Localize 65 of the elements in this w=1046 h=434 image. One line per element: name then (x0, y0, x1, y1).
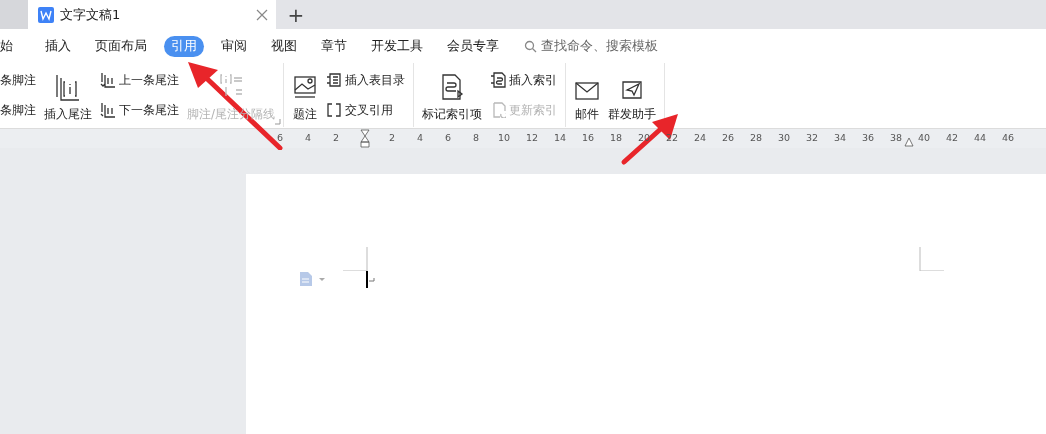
ruler-number: 4 (416, 131, 423, 146)
ruler-number: 42 (945, 131, 959, 146)
text-cursor-icon (366, 271, 376, 288)
insert-index-icon (490, 72, 507, 88)
menu-tab[interactable]: 开发工具 (364, 35, 430, 57)
ruler-number: 6 (444, 131, 451, 146)
margin-corner-icon (919, 247, 944, 271)
ruler-number: 24 (693, 131, 707, 146)
next-endnote-icon (100, 102, 116, 118)
document-tab[interactable]: 文字文稿1 (28, 0, 276, 29)
indent-marker-icon[interactable] (360, 129, 370, 148)
ruler-number: 28 (749, 131, 763, 146)
ruler-number: 46 (1001, 131, 1015, 146)
ruler-number: 36 (861, 131, 875, 146)
ribbon-button[interactable]: 标记索引项 (422, 63, 483, 127)
ruler-number: 2 (332, 131, 339, 146)
menu-tab[interactable]: 插入 (38, 35, 78, 57)
ribbon-button[interactable]: 群发助手 (608, 63, 657, 127)
document-app-icon (38, 6, 54, 23)
menu-tab[interactable]: 审阅 (214, 35, 254, 57)
ruler-number: 38 (889, 131, 903, 146)
ruler-number: 10 (497, 131, 511, 146)
ribbon-button[interactable]: 邮件 (574, 63, 601, 127)
ruler-number: 26 (721, 131, 735, 146)
envelope-icon (574, 80, 601, 102)
ribbon-button[interactable]: 插入尾注 (44, 63, 92, 127)
ruler-number: 4 (304, 131, 311, 146)
ruler-number: 8 (472, 131, 479, 146)
menu-tab[interactable]: 视图 (264, 35, 304, 57)
previous-endnote-icon (100, 72, 116, 88)
ruler-number: 12 (525, 131, 539, 146)
ruler-number: 2 (388, 131, 395, 146)
right-indent-marker-icon[interactable] (904, 137, 914, 147)
menu-tab[interactable]: 章节 (314, 35, 354, 57)
ribbon-button[interactable]: 上一条尾注 (100, 71, 179, 89)
menu-tab[interactable]: 会员专享 (440, 35, 506, 57)
ribbon-button[interactable]: 下一条尾注 (100, 101, 179, 119)
margin-corner-icon (343, 247, 368, 271)
ribbon-button[interactable]: 条脚注 (0, 71, 36, 89)
ruler-number: 32 (805, 131, 819, 146)
close-icon[interactable] (256, 8, 268, 21)
search-field[interactable]: 查找命令、搜索模板 (524, 36, 658, 56)
update-index-icon (490, 102, 507, 118)
ribbon-button[interactable]: 插入索引 (490, 71, 558, 89)
new-tab-button[interactable]: + (276, 0, 316, 29)
ribbon-button[interactable]: 条脚注 (0, 101, 36, 119)
ruler-number: 40 (917, 131, 931, 146)
cross-reference-icon (326, 102, 343, 118)
ruler-number: 30 (777, 131, 791, 146)
menu-tab[interactable]: 始 (0, 35, 13, 57)
ribbon-button[interactable]: 交叉引用 (326, 101, 406, 119)
ruler-number: 16 (581, 131, 595, 146)
table-list-icon (326, 72, 343, 88)
ruler-number: 6 (276, 131, 283, 146)
ruler-number: 34 (833, 131, 847, 146)
tab-title: 文字文稿1 (60, 5, 122, 24)
ruler-number: 18 (609, 131, 623, 146)
search-icon (524, 39, 537, 53)
ribbon-button[interactable]: 题注 (292, 63, 319, 127)
ruler-number: 44 (973, 131, 987, 146)
ribbon-button[interactable]: 插入表目录 (326, 71, 406, 89)
ruler-number: 22 (665, 131, 679, 146)
ruler-number: 14 (553, 131, 567, 146)
menu-tab[interactable]: 页面布局 (88, 35, 154, 57)
ruler-number: 20 (637, 131, 651, 146)
